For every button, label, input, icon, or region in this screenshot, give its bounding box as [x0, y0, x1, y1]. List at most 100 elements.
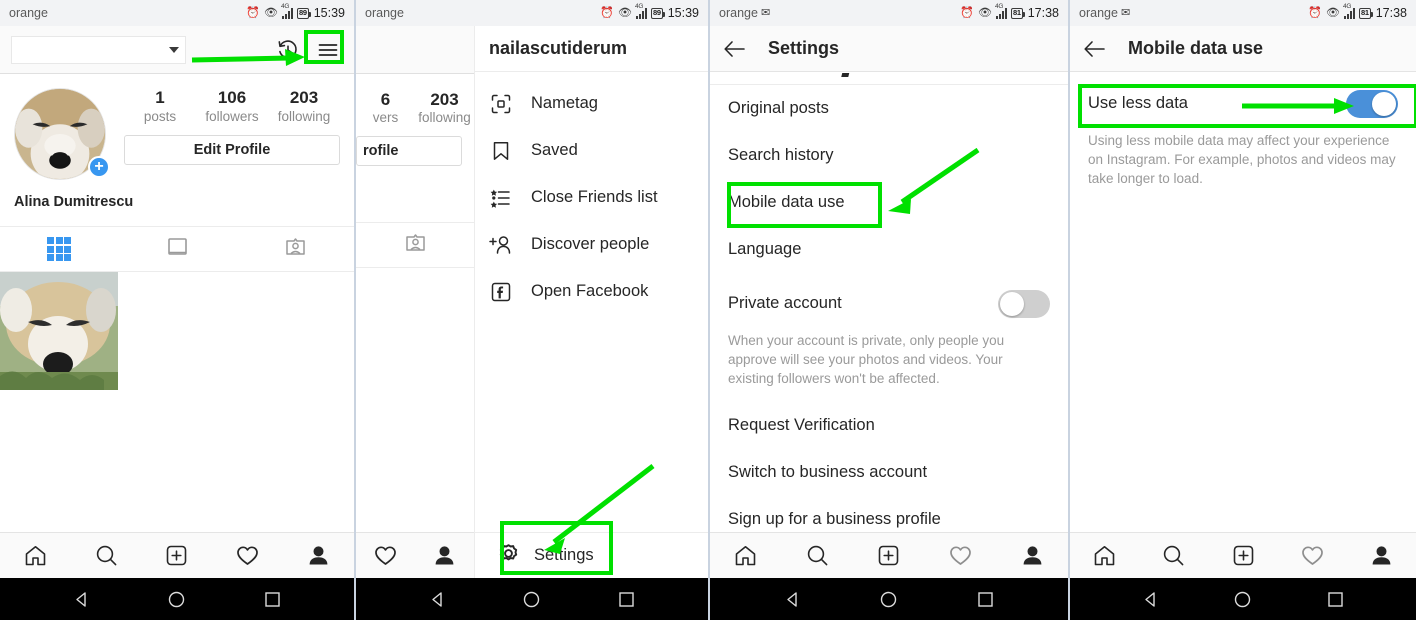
system-nav-bar [1070, 578, 1416, 620]
android-back-button[interactable] [72, 590, 91, 609]
alarm-icon: ⏰ [960, 6, 974, 19]
system-nav-bar [0, 578, 354, 620]
stat-following-label-partial: following [418, 110, 471, 125]
battery-icon: 81 [1358, 7, 1373, 19]
drawer-item-label: Open Facebook [531, 282, 649, 300]
stat-following-partial: 203 following [415, 90, 474, 125]
nav-search[interactable] [71, 543, 142, 568]
drawer-item-saved[interactable]: Saved [475, 127, 708, 174]
clock-time: 15:39 [313, 6, 345, 20]
drawer-item-open-facebook[interactable]: Open Facebook [475, 268, 708, 315]
post-thumbnail[interactable] [0, 272, 118, 390]
profile-top-actions [273, 35, 343, 65]
nav-home[interactable] [710, 543, 782, 568]
bottom-nav [1070, 532, 1416, 578]
system-nav-bar [710, 578, 1068, 620]
bottom-nav [710, 532, 1068, 578]
use-less-data-label: Use less data [1088, 94, 1188, 112]
back-arrow-icon[interactable] [720, 34, 750, 64]
stat-following[interactable]: 203 following [268, 88, 340, 124]
side-drawer: nailascutiderum Nametag Saved Close Frie… [474, 26, 708, 620]
tagged-tab[interactable] [236, 235, 354, 263]
nav-add[interactable] [1208, 543, 1277, 568]
private-account-note: When your account is private, only peopl… [728, 333, 1005, 386]
settings-item-signup-business-profile[interactable]: Sign up for a business profile [710, 496, 1068, 532]
nav-search[interactable] [782, 543, 854, 568]
back-arrow-icon[interactable] [1080, 34, 1110, 64]
edit-profile-button[interactable]: Edit Profile [124, 135, 340, 165]
square-list-icon [166, 235, 189, 263]
settings-item-search-history[interactable]: Search history [710, 132, 1068, 179]
nav-activity[interactable] [1278, 543, 1347, 568]
grid-tab[interactable] [0, 237, 118, 261]
add-story-button[interactable]: + [88, 156, 110, 178]
use-less-data-note: Using less mobile data may affect your e… [1088, 133, 1396, 186]
drawer-item-close-friends-list[interactable]: Close Friends list [475, 174, 708, 221]
settings-app-bar: Settings [710, 26, 1068, 72]
status-icons: ⏰ 👁 4G 89 15:39 [600, 3, 699, 20]
settings-item-request-verification[interactable]: Request Verification [710, 402, 1068, 449]
carrier-info: orange ✉ [1079, 6, 1130, 20]
nav-activity[interactable] [212, 543, 283, 568]
drawer-item-label: Nametag [531, 94, 598, 112]
nav-add[interactable] [142, 543, 213, 568]
private-account-label: Private account [728, 294, 842, 312]
nav-activity[interactable] [356, 543, 415, 568]
nav-profile[interactable] [283, 543, 354, 568]
settings-item-switch-business-account[interactable]: Switch to business account [710, 449, 1068, 496]
settings-list[interactable]: Original posts Search history Mobile dat… [710, 73, 1068, 532]
settings-item-private-account[interactable]: Private account [710, 280, 1068, 327]
nav-profile[interactable] [1347, 543, 1416, 568]
settings-item-original-posts[interactable]: Original posts [710, 85, 1068, 132]
android-home-button[interactable] [522, 590, 541, 609]
android-recents-button[interactable] [976, 590, 995, 609]
android-recents-button[interactable] [617, 590, 636, 609]
android-back-button[interactable] [428, 590, 447, 609]
android-home-button[interactable] [879, 590, 898, 609]
settings-item-language[interactable]: Language [710, 226, 1068, 273]
status-icons: ⏰ 👁 4G 81 17:38 [1308, 3, 1407, 20]
android-back-button[interactable] [783, 590, 802, 609]
android-home-button[interactable] [1233, 590, 1252, 609]
drawer-settings-button[interactable]: Settings [475, 532, 708, 578]
stat-posts-number: 1 [155, 88, 165, 107]
eye-icon: 👁 [264, 6, 278, 19]
stat-posts[interactable]: 1 posts [124, 88, 196, 124]
network-type-label: 4G [994, 2, 1004, 10]
bottom-nav [0, 532, 354, 578]
stat-following-number-partial: 203 [430, 90, 459, 109]
signal-icon: 4G [1343, 3, 1355, 19]
nav-profile[interactable] [996, 543, 1068, 568]
alarm-icon: ⏰ [246, 6, 260, 19]
bookmark-icon [489, 140, 513, 162]
nav-search[interactable] [1139, 543, 1208, 568]
nav-activity[interactable] [925, 543, 997, 568]
nav-home[interactable] [1070, 543, 1139, 568]
android-home-button[interactable] [167, 590, 186, 609]
nav-add[interactable] [853, 543, 925, 568]
alarm-icon: ⏰ [600, 6, 614, 19]
settings-item-mobile-data-use[interactable]: Mobile data use [710, 179, 1068, 226]
use-less-data-toggle[interactable] [1346, 89, 1398, 118]
android-recents-button[interactable] [263, 590, 282, 609]
stat-followers[interactable]: 106 followers [196, 88, 268, 124]
eye-icon: 👁 [618, 6, 632, 19]
hamburger-menu-icon[interactable] [313, 35, 343, 65]
use-less-data-row[interactable]: Use less data [1070, 80, 1416, 127]
tagged-tab-partial[interactable] [356, 222, 474, 268]
private-account-toggle[interactable] [998, 289, 1050, 318]
android-back-button[interactable] [1141, 590, 1160, 609]
drawer-item-nametag[interactable]: Nametag [475, 80, 708, 127]
account-switch-dropdown[interactable] [11, 35, 186, 64]
android-recents-button[interactable] [1326, 590, 1345, 609]
drawer-item-discover-people[interactable]: Discover people [475, 221, 708, 268]
avatar[interactable]: + [14, 88, 110, 180]
edit-profile-button-partial[interactable]: rofile [356, 136, 462, 166]
history-icon[interactable] [273, 35, 303, 65]
battery-icon: 81 [1010, 7, 1025, 19]
panel-settings: orange ✉ ⏰ 👁 4G 81 17:38 Settings Origin… [710, 0, 1070, 620]
mobile-data-content: Use less data Using less mobile data may… [1070, 72, 1416, 202]
nav-home[interactable] [0, 543, 71, 568]
nav-profile[interactable] [415, 543, 474, 568]
list-tab[interactable] [118, 235, 236, 263]
